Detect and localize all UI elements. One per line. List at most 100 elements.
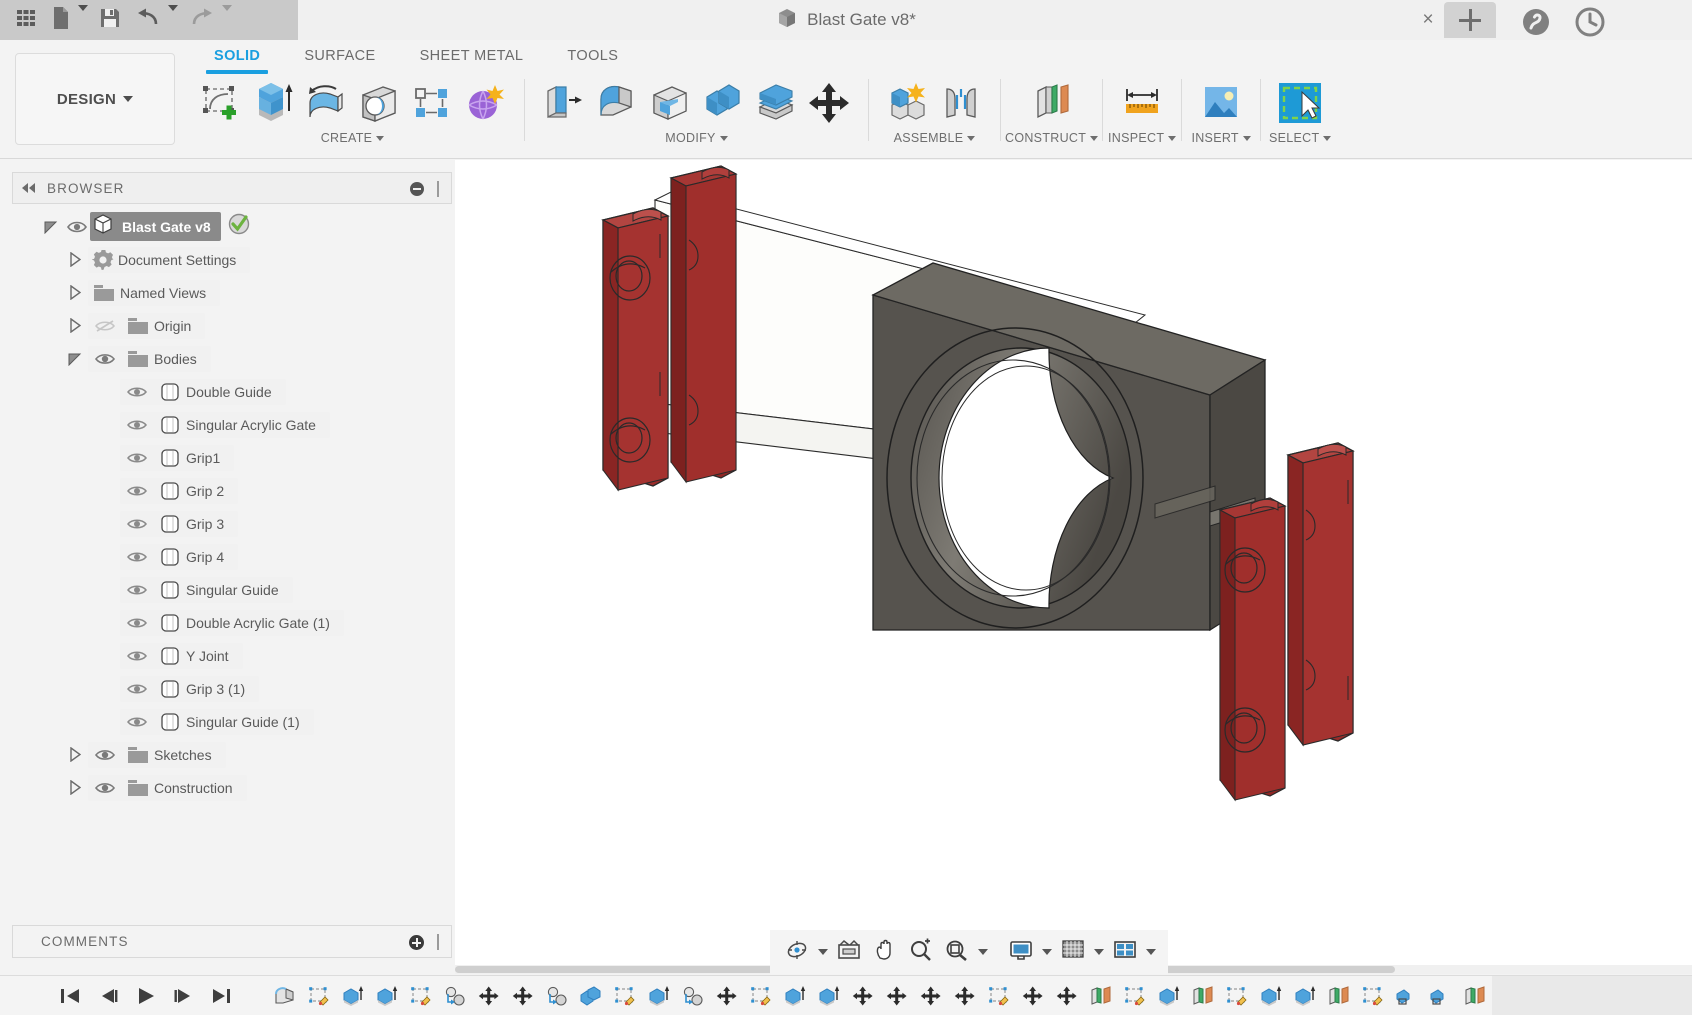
visibility-eye-icon[interactable]	[88, 780, 122, 796]
offset-plane-button[interactable]	[1026, 77, 1078, 129]
inspect-group-label[interactable]: INSPECT	[1108, 131, 1176, 145]
fillet-button[interactable]	[591, 77, 643, 129]
redo-caret[interactable]	[222, 11, 236, 29]
tab-surface[interactable]: SURFACE	[282, 45, 397, 71]
form-button[interactable]	[459, 77, 511, 129]
tree-item-grip-3-1[interactable]: Grip 3 (1)	[12, 672, 452, 705]
zoom-button[interactable]	[904, 934, 938, 970]
3d-viewport[interactable]	[455, 160, 1692, 965]
select-button[interactable]	[1274, 77, 1326, 129]
tree-item-origin[interactable]: Origin	[12, 309, 452, 342]
tree-item-blast-gate-v8[interactable]: Blast Gate v8	[12, 210, 452, 243]
timeline-feature-move[interactable]	[952, 982, 978, 1010]
timeline-feature-move[interactable]	[476, 982, 502, 1010]
visibility-eye-icon[interactable]	[120, 714, 154, 730]
timeline-feature-mirror[interactable]	[1394, 982, 1420, 1010]
revolve-button[interactable]	[300, 77, 352, 129]
expand-toggle[interactable]	[62, 780, 88, 795]
viewports-caret[interactable]	[1144, 949, 1158, 955]
new-tab-button[interactable]	[1444, 2, 1496, 38]
extrude-button[interactable]	[247, 77, 299, 129]
timeline-feature-extrude[interactable]	[1258, 982, 1284, 1010]
move-copy-button[interactable]	[803, 77, 855, 129]
measure-button[interactable]	[1116, 77, 1168, 129]
timeline-feature-sketch[interactable]	[306, 982, 332, 1010]
timeline-feature-extrude[interactable]	[340, 982, 366, 1010]
visibility-eye-icon[interactable]	[120, 450, 154, 466]
timeline-feature-extrude[interactable]	[816, 982, 842, 1010]
undo-button[interactable]	[128, 0, 168, 40]
tree-item-document-settings[interactable]: Document Settings	[12, 243, 452, 276]
look-at-button[interactable]	[832, 934, 866, 970]
create-group-label[interactable]: CREATE	[321, 131, 385, 145]
timeline-feature-combine[interactable]	[578, 982, 604, 1010]
tree-item-grip-3[interactable]: Grip 3	[12, 507, 452, 540]
help-button[interactable]	[1520, 6, 1552, 38]
tree-item-double-guide[interactable]: Double Guide	[12, 375, 452, 408]
app-grid-button[interactable]	[8, 0, 44, 40]
recent-button[interactable]	[1574, 6, 1606, 38]
expand-toggle[interactable]	[62, 318, 88, 333]
visibility-eye-off-icon[interactable]	[88, 318, 122, 334]
tree-item-singular-acrylic-gate[interactable]: Singular Acrylic Gate	[12, 408, 452, 441]
step-forward-button[interactable]	[172, 986, 196, 1006]
timeline-feature-extrude[interactable]	[1156, 982, 1182, 1010]
tree-item-sketches[interactable]: Sketches	[12, 738, 452, 771]
collapse-panel-icon[interactable]	[22, 183, 35, 193]
shell-button[interactable]	[644, 77, 696, 129]
press-pull-button[interactable]	[538, 77, 590, 129]
timeline-feature-move[interactable]	[714, 982, 740, 1010]
hole-button[interactable]	[353, 77, 405, 129]
tab-sheet-metal[interactable]: SHEET METAL	[398, 45, 546, 71]
visibility-eye-icon[interactable]	[88, 351, 122, 367]
timeline-feature-plane[interactable]	[1462, 982, 1488, 1010]
construct-group-label[interactable]: CONSTRUCT	[1005, 131, 1098, 145]
tree-item-bodies[interactable]: Bodies	[12, 342, 452, 375]
go-to-end-button[interactable]	[210, 986, 234, 1006]
select-group-label[interactable]: SELECT	[1269, 131, 1331, 145]
timeline-feature-move[interactable]	[1054, 982, 1080, 1010]
timeline-feature-move[interactable]	[850, 982, 876, 1010]
tree-item-construction[interactable]: Construction	[12, 771, 452, 804]
grid-snaps-button[interactable]	[1056, 934, 1090, 970]
timeline-feature-hole[interactable]	[442, 982, 468, 1010]
visibility-eye-icon[interactable]	[120, 516, 154, 532]
expand-toggle[interactable]	[62, 352, 88, 366]
timeline-feature-plane[interactable]	[1190, 982, 1216, 1010]
create-sketch-button[interactable]	[194, 77, 246, 129]
collapse-all-icon[interactable]	[410, 182, 424, 196]
pattern-button[interactable]	[406, 77, 458, 129]
insert-group-label[interactable]: INSERT	[1191, 131, 1250, 145]
visibility-eye-icon[interactable]	[120, 681, 154, 697]
timeline-feature-extrude[interactable]	[782, 982, 808, 1010]
timeline-feature-fillet[interactable]	[272, 982, 298, 1010]
tree-item-singular-guide[interactable]: Singular Guide	[12, 573, 452, 606]
orbit-button[interactable]	[780, 934, 814, 970]
tab-tools[interactable]: TOOLS	[545, 45, 640, 71]
close-tab-button[interactable]: ×	[1416, 8, 1440, 32]
orbit-caret[interactable]	[816, 949, 830, 955]
add-comment-icon[interactable]	[409, 935, 424, 950]
timeline-feature-extrude[interactable]	[1292, 982, 1318, 1010]
tree-item-grip1[interactable]: Grip1	[12, 441, 452, 474]
assemble-group-label[interactable]: ASSEMBLE	[894, 131, 976, 145]
visibility-eye-icon[interactable]	[120, 483, 154, 499]
timeline-feature-sketch[interactable]	[1224, 982, 1250, 1010]
comments-resize-handle[interactable]	[437, 934, 439, 950]
workspace-switcher[interactable]: DESIGN	[15, 53, 175, 145]
fit-caret[interactable]	[976, 949, 990, 955]
timeline-feature-sketch[interactable]	[1360, 982, 1386, 1010]
tree-item-y-joint[interactable]: Y Joint	[12, 639, 452, 672]
visibility-eye-icon[interactable]	[120, 417, 154, 433]
modify-group-label[interactable]: MODIFY	[665, 131, 727, 145]
visibility-eye-icon[interactable]	[120, 648, 154, 664]
visibility-eye-icon[interactable]	[88, 747, 122, 763]
tab-solid[interactable]: SOLID	[192, 45, 282, 81]
comments-panel[interactable]: COMMENTS	[12, 925, 452, 958]
tree-item-singular-guide-1[interactable]: Singular Guide (1)	[12, 705, 452, 738]
timeline-feature-sketch[interactable]	[612, 982, 638, 1010]
visibility-eye-icon[interactable]	[120, 582, 154, 598]
new-component-button[interactable]	[882, 77, 934, 129]
timeline-feature-extrude[interactable]	[646, 982, 672, 1010]
expand-toggle[interactable]	[62, 285, 88, 300]
